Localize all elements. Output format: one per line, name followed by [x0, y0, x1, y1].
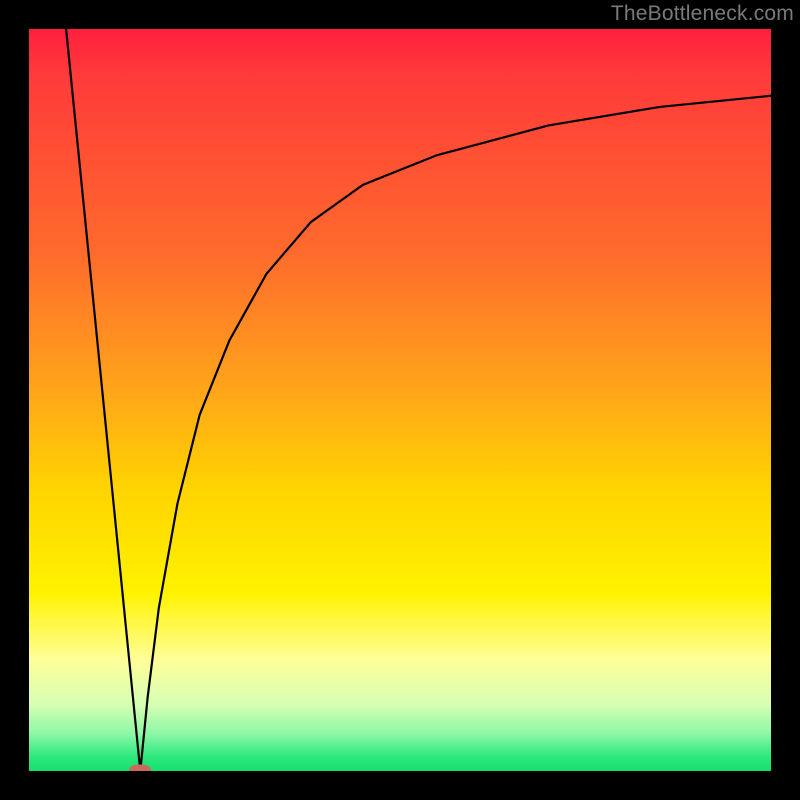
watermark-text: TheBottleneck.com: [611, 2, 794, 26]
curve-left-branch: [66, 29, 140, 771]
bottleneck-curve: [29, 29, 771, 771]
curve-right-branch: [140, 96, 771, 771]
plot-area: [29, 29, 771, 771]
minimum-marker: [129, 765, 151, 772]
chart-frame: TheBottleneck.com: [0, 0, 800, 800]
